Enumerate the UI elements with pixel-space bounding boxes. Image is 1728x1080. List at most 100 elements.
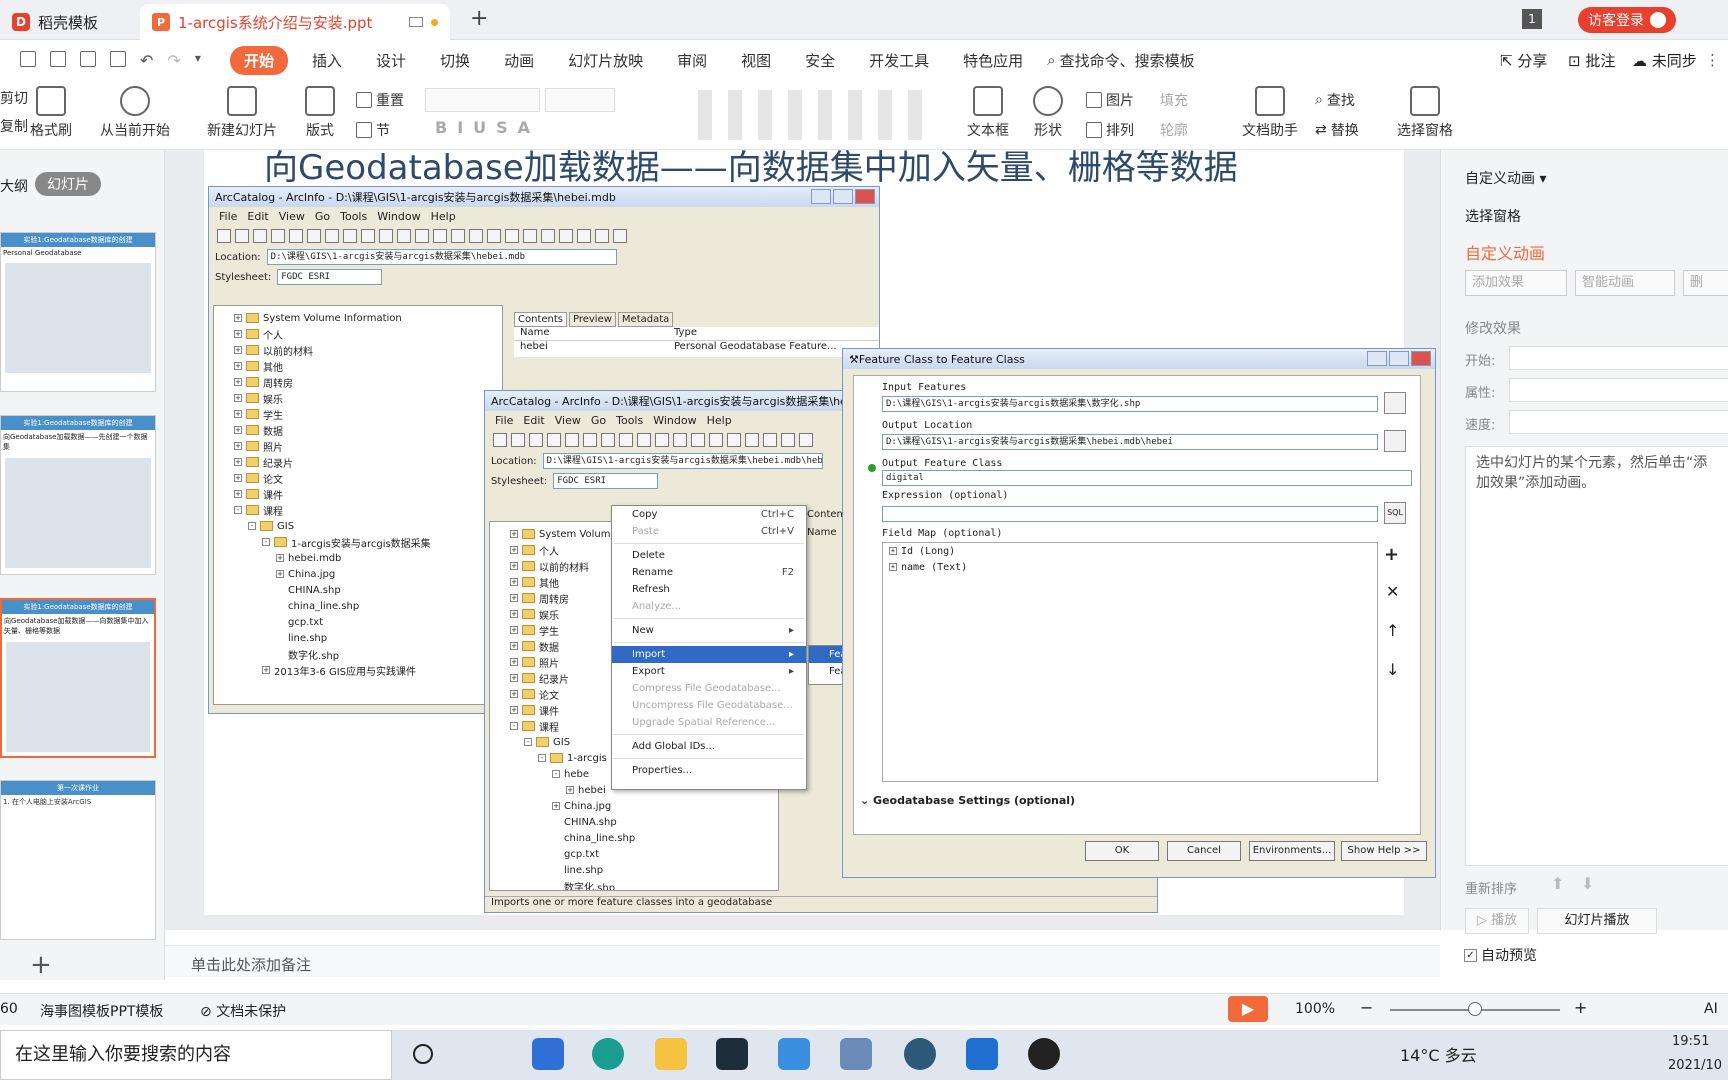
edge-icon[interactable] <box>592 1038 624 1070</box>
bird-icon[interactable] <box>778 1038 810 1070</box>
app-icon[interactable] <box>532 1038 564 1070</box>
slide-thumb[interactable]: 第一次课作业 1. 在个人电脑上安装ArcGIS <box>0 780 156 940</box>
tree-item[interactable]: china_line.shp <box>234 598 502 614</box>
tree-item[interactable]: 数字化.shp <box>234 646 502 662</box>
menu-new[interactable]: New ▸ <box>612 622 806 639</box>
stylesheet-select[interactable]: FGDC ESRI <box>553 473 659 489</box>
output-location-field[interactable]: D:\课程\GIS\1-arcgis安装与arcgis数据采集\hebei.md… <box>882 434 1378 450</box>
notes-bar[interactable]: 单击此处添加备注 <box>165 945 1440 977</box>
format-brush-button[interactable]: 格式刷 <box>30 86 72 140</box>
stylesheet-select[interactable]: FGDC ESRI <box>277 269 383 285</box>
tree-item[interactable]: + 照片 <box>234 438 502 454</box>
move-down-icon[interactable]: ↓ <box>1386 660 1399 679</box>
tree-item[interactable]: + System Volume Information <box>234 310 502 326</box>
find-button[interactable]: ⌕ 查找 <box>1315 90 1355 110</box>
tree-item[interactable]: + China.jpg <box>234 566 502 582</box>
menu-devtools[interactable]: 开发工具 <box>859 46 939 75</box>
menu-help[interactable]: Help <box>431 210 456 223</box>
col-name[interactable]: Name <box>514 327 674 340</box>
text-format-buttons[interactable]: BIUSA <box>435 118 540 137</box>
tree-item[interactable]: + hebei.mdb <box>234 550 502 566</box>
ai-label[interactable]: AI <box>1704 1001 1718 1017</box>
menu-window[interactable]: Window <box>653 414 696 427</box>
media-icon[interactable] <box>716 1038 748 1070</box>
copy-button[interactable]: 复制 <box>0 116 28 136</box>
menu-refresh[interactable]: Refresh <box>612 581 806 598</box>
tree-item[interactable]: + 课件 <box>234 486 502 502</box>
menu-features[interactable]: 特色应用 <box>953 46 1033 75</box>
tree-item[interactable]: CHINA.shp <box>510 814 778 830</box>
remove-field-icon[interactable]: ✕ <box>1386 582 1399 601</box>
font-family-select[interactable] <box>425 88 540 112</box>
preview-icon[interactable] <box>110 50 126 67</box>
tab-slides[interactable]: 幻灯片 <box>35 172 101 196</box>
menu-file[interactable]: File <box>495 414 513 427</box>
clock-time[interactable]: 19:51 <box>1672 1034 1709 1049</box>
delete-effect-button[interactable]: 删 <box>1683 270 1728 296</box>
catalog-tree[interactable]: + System Volume Information + 个人 + 以前的材料 + 其… <box>213 305 503 705</box>
slide-thumb[interactable]: 实验1:Geodatabase数据库的创建 向Geodatabase加载数据——… <box>0 415 156 575</box>
menu-view[interactable]: View <box>555 414 581 427</box>
menu-view[interactable]: 视图 <box>731 46 781 75</box>
tree-item[interactable]: + China.jpg <box>510 798 778 814</box>
zoom-in-icon[interactable]: + <box>1574 998 1587 1017</box>
monitor-icon[interactable] <box>409 17 423 27</box>
contents-list[interactable]: Name Type hebei Personal Geodatabase Featu… <box>514 327 879 357</box>
slide-thumb-selected[interactable]: 实验1:Geodatabase数据库的创建 向Geodatabase加载数据——… <box>0 598 156 758</box>
paragraph-tools[interactable] <box>698 90 928 140</box>
play-button[interactable]: ▷ 播放 <box>1465 908 1529 934</box>
menu-window[interactable]: Window <box>377 210 420 223</box>
tab-metadata[interactable]: Metadata <box>617 312 674 327</box>
export-icon[interactable] <box>50 50 66 67</box>
menu-analyze[interactable]: Analyze... <box>612 598 806 615</box>
layout-button[interactable]: 版式 <box>305 86 335 140</box>
tree-item[interactable]: china_line.shp <box>510 830 778 846</box>
tree-item[interactable]: line.shp <box>234 630 502 646</box>
doc-helper-button[interactable]: 文档助手 <box>1242 86 1298 140</box>
menu-transition[interactable]: 切换 <box>430 46 480 75</box>
replace-button[interactable]: ⇄ 替换 <box>1315 120 1359 140</box>
command-search[interactable]: ⌕ 查找命令、搜索模板 <box>1047 50 1194 71</box>
fill-button[interactable]: 填充 <box>1160 90 1188 110</box>
tree-item[interactable]: + 个人 <box>234 326 502 342</box>
shape-button[interactable]: 形状 <box>1033 86 1063 140</box>
menu-security[interactable]: 安全 <box>795 46 845 75</box>
slide-title[interactable]: 向Geodatabase加载数据——向数据集中加入矢量、栅格等数据 <box>264 140 1238 189</box>
output-fc-field[interactable]: digital <box>882 470 1412 486</box>
redo-icon[interactable]: ↷ <box>167 51 180 70</box>
menu-export[interactable]: Export ▸ <box>612 663 806 680</box>
undo-icon[interactable]: ↶ <box>140 51 153 70</box>
tree-item[interactable]: + 娱乐 <box>234 390 502 406</box>
menu-properties[interactable]: Properties... <box>612 762 806 779</box>
comment-button[interactable]: ⊡ 批注 <box>1568 50 1615 71</box>
zoom-out-icon[interactable]: − <box>1360 998 1373 1017</box>
menu-file[interactable]: File <box>219 210 237 223</box>
pc-icon[interactable] <box>840 1038 872 1070</box>
ok-button[interactable]: OK <box>1085 841 1159 861</box>
tree-item[interactable]: - GIS <box>234 518 502 534</box>
browse-output-icon[interactable] <box>1384 430 1406 452</box>
menu-add-global-ids[interactable]: Add Global IDs... <box>612 738 806 755</box>
col-type[interactable]: Type <box>674 327 697 340</box>
share-button[interactable]: ⇱ 分享 <box>1500 50 1547 71</box>
slideshow-play-icon[interactable]: ▶ <box>1228 996 1268 1022</box>
tree-item[interactable]: + 论文 <box>234 470 502 486</box>
login-button[interactable]: 访客登录 <box>1578 7 1676 33</box>
select-pane-link[interactable]: 选择窗格 <box>1465 206 1521 226</box>
protect-status[interactable]: ⊘ 文档未保护 <box>200 1001 286 1021</box>
menu-help[interactable]: Help <box>707 414 732 427</box>
add-effect-button[interactable]: 添加效果 <box>1465 270 1567 296</box>
cut-button[interactable]: 剪切 <box>0 88 28 108</box>
menu-go[interactable]: Go <box>315 210 330 223</box>
add-field-icon[interactable]: + <box>1384 544 1399 565</box>
menu-tools[interactable]: Tools <box>340 210 367 223</box>
menu-paste[interactable]: Paste Ctrl+V <box>612 523 806 540</box>
save-icon[interactable] <box>20 50 36 67</box>
notes-placeholder[interactable]: 单击此处添加备注 <box>191 954 311 975</box>
menu-edit[interactable]: Edit <box>247 210 268 223</box>
section-button[interactable]: 节 <box>356 120 390 140</box>
custom-anim-dropdown[interactable]: 自定义动画 ▾ <box>1465 168 1546 188</box>
tree-item[interactable]: + 数据 <box>234 422 502 438</box>
feature-class-dialog[interactable]: ⚒ Feature Class to Feature Class Input F… <box>842 348 1436 878</box>
maximize-icon[interactable] <box>833 189 853 204</box>
